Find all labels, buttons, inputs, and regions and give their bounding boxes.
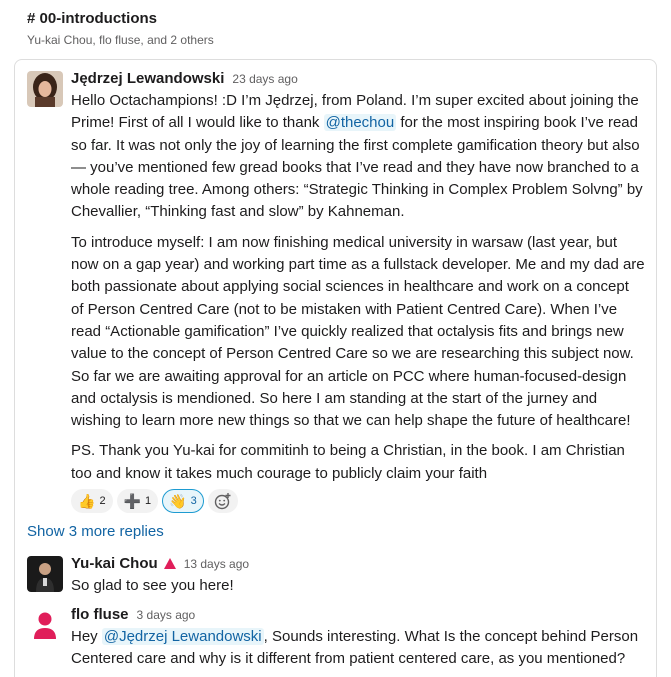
author-name[interactable]: flo fluse [71, 605, 129, 625]
message-text: Hey [71, 628, 102, 645]
timestamp[interactable]: 13 days ago [184, 554, 249, 574]
message-text: So glad to see you here! [71, 577, 234, 594]
message-paragraph: PS. Thank you Yu-kai for commitinh to be… [71, 442, 625, 482]
mention-link[interactable]: @Jędrzej Lewandowski [101, 628, 264, 645]
add-reaction-button[interactable] [207, 489, 238, 514]
user-photo-icon [27, 71, 63, 107]
channel-members[interactable]: Yu-kai Chou, flo fluse, and 2 others [27, 32, 667, 48]
reaction-count: 3 [190, 495, 197, 508]
channel-header: # 00-introductions Yu-kai Chou, flo flus… [27, 9, 667, 48]
reaction-plus[interactable]: ➕ 1 [116, 489, 159, 514]
wave-icon: 👋 [169, 493, 187, 510]
author-name[interactable]: Yu-kai Chou [71, 554, 158, 574]
red-triangle-icon [163, 558, 176, 569]
thread-container: Jędrzej Lewandowski 23 days ago Hello Oc… [14, 59, 657, 677]
timestamp[interactable]: 3 days ago [137, 605, 196, 625]
reaction-wave[interactable]: 👋 3 [162, 489, 204, 514]
avatar[interactable] [27, 556, 63, 592]
message-paragraph: Hey @Jędrzej Lewandowski, Sounds interes… [71, 626, 645, 671]
timestamp[interactable]: 23 days ago [232, 69, 297, 89]
avatar[interactable] [27, 71, 63, 107]
default-person-icon [27, 607, 63, 643]
show-more-replies-link[interactable]: Show 3 more replies [27, 523, 164, 540]
channel-title[interactable]: # 00-introductions [27, 9, 667, 29]
mention-link[interactable]: @thechou [323, 114, 397, 132]
author-name[interactable]: Jędrzej Lewandowski [71, 69, 224, 89]
reaction-thumbs-up[interactable]: 👍 2 [71, 489, 113, 514]
message-paragraph: To introduce myself: I am now finishing … [71, 233, 645, 430]
reaction-count: 1 [145, 495, 152, 508]
message-paragraph: Hello Octachampions! :D I’m Jędrzej, fro… [71, 90, 645, 224]
user-photo-icon [27, 556, 63, 592]
thumbs-up-icon: 👍 [78, 493, 96, 510]
avatar[interactable] [27, 607, 63, 643]
add-emoji-icon [214, 493, 231, 510]
plus-icon: ➕ [123, 493, 141, 510]
reaction-count: 2 [99, 495, 106, 508]
reactions-bar: 👍 2 ➕ 1 👋 3 [71, 489, 645, 514]
